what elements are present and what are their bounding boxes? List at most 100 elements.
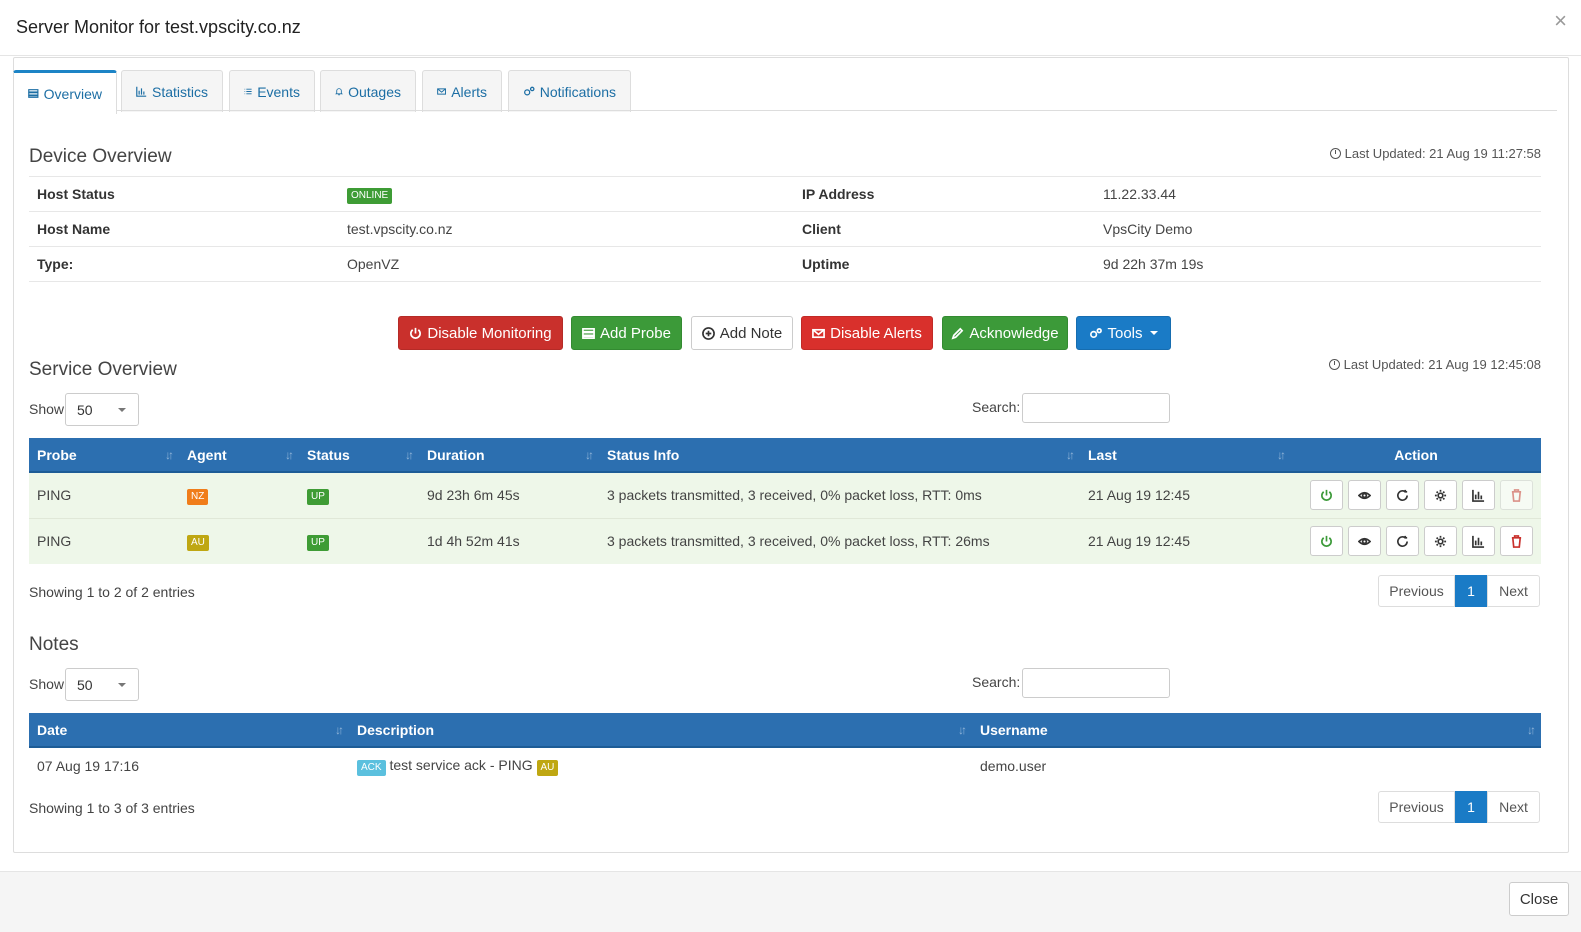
refresh-icon <box>1397 535 1408 547</box>
add-note-button[interactable]: Add Note <box>691 316 793 350</box>
disable-monitoring-button[interactable]: Disable Monitoring <box>398 316 563 350</box>
column-header-duration[interactable]: Duration ↓↑ <box>419 438 599 473</box>
toggle-probe-button[interactable] <box>1310 480 1343 511</box>
page-1-button[interactable]: 1 <box>1455 575 1487 607</box>
power-icon <box>1321 489 1332 501</box>
uptime-value: 9d 22h 37m 19s <box>1095 246 1541 282</box>
column-header-date[interactable]: Date ↓↑ <box>29 713 349 748</box>
acknowledge-button[interactable]: Acknowledge <box>942 316 1068 350</box>
close-button[interactable]: Close <box>1509 882 1569 916</box>
notes-search-input[interactable] <box>1022 668 1170 698</box>
tab-label: Notifications <box>539 83 616 100</box>
show-label: Show <box>29 676 65 692</box>
username-cell: demo.user <box>972 746 1541 784</box>
tab-statistics[interactable]: Statistics <box>121 70 223 112</box>
device-last-updated: Last Updated: 21 Aug 19 11:27:58 <box>1329 146 1541 161</box>
type-value: OpenVZ <box>339 246 794 282</box>
add-probe-button[interactable]: Add Probe <box>571 316 682 350</box>
status-badge: UP <box>307 488 329 505</box>
eye-icon <box>1358 537 1371 545</box>
agent-badge: AU <box>187 534 209 551</box>
column-header-action: Action <box>1291 438 1541 473</box>
refresh-probe-button[interactable] <box>1386 480 1419 511</box>
notes-page-size-select[interactable]: 50 <box>65 668 139 701</box>
service-page-size-select[interactable]: 50 <box>65 393 139 426</box>
tab-alerts[interactable]: Alerts <box>422 70 502 112</box>
close-icon[interactable]: × <box>1554 10 1567 32</box>
host-status-label: Host Status <box>29 176 339 212</box>
notes-pagination: Previous 1 Next <box>1378 791 1540 823</box>
settings-probe-button[interactable] <box>1424 480 1457 511</box>
column-label: Status Info <box>607 446 680 463</box>
status-cell: UP <box>299 471 419 518</box>
trash-icon <box>1511 488 1522 502</box>
disable-alerts-button[interactable]: Disable Alerts <box>801 316 933 350</box>
column-header-agent[interactable]: Agent ↓↑ <box>179 438 299 473</box>
service-overview-title: Service Overview <box>29 359 177 380</box>
show-label: Show <box>29 401 65 417</box>
settings-probe-button[interactable] <box>1424 526 1457 557</box>
table-row: 07 Aug 19 17:16 ACK test service ack - P… <box>29 746 1541 784</box>
table-row: PING AU UP 1d 4h 52m 41s 3 packets trans… <box>29 517 1541 564</box>
device-row: Host Name test.vpscity.co.nz Client VpsC… <box>29 211 1541 247</box>
probe-cell: PING <box>29 517 179 564</box>
tools-dropdown-button[interactable]: Tools <box>1076 316 1171 350</box>
tab-events[interactable]: Events <box>229 70 315 112</box>
column-header-status[interactable]: Status ↓↑ <box>299 438 419 473</box>
client-value: VpsCity Demo <box>1095 211 1541 247</box>
stats-probe-button[interactable] <box>1462 480 1495 511</box>
tab-label: Overview <box>43 85 102 102</box>
column-header-description[interactable]: Description ↓↑ <box>349 713 972 748</box>
last-updated-text: Last Updated: 21 Aug 19 11:27:58 <box>1344 146 1541 161</box>
next-page-button[interactable]: Next <box>1487 575 1540 607</box>
select-value: 50 <box>77 676 93 693</box>
cogs-icon <box>524 86 535 96</box>
column-header-probe[interactable]: Probe ↓↑ <box>29 438 179 473</box>
sort-icon: ↓↑ <box>335 723 344 737</box>
search-label: Search: <box>972 399 1021 415</box>
sort-icon: ↓↑ <box>285 448 294 462</box>
status-badge: ONLINE <box>347 187 393 204</box>
delete-probe-button[interactable] <box>1500 480 1533 511</box>
previous-page-button[interactable]: Previous <box>1378 791 1455 823</box>
tab-notifications[interactable]: Notifications <box>508 70 631 112</box>
device-row: Type: OpenVZ Uptime 9d 22h 37m 19s <box>29 246 1541 282</box>
column-header-status-info[interactable]: Status Info ↓↑ <box>599 438 1080 473</box>
tab-overview[interactable]: Overview <box>13 70 117 114</box>
stats-probe-button[interactable] <box>1462 526 1495 557</box>
bar-chart-icon <box>1472 489 1485 502</box>
envelope-icon <box>812 328 826 338</box>
gear-icon <box>1434 535 1447 547</box>
agent-cell: AU <box>179 517 299 564</box>
column-label: Agent <box>187 446 227 463</box>
tab-outages[interactable]: Outages <box>320 70 416 112</box>
select-value: 50 <box>77 401 93 418</box>
next-page-button[interactable]: Next <box>1487 791 1540 823</box>
tab-label: Outages <box>348 83 401 100</box>
service-search-input[interactable] <box>1022 393 1170 423</box>
column-header-username[interactable]: Username ↓↑ <box>972 713 1541 748</box>
ip-address-value: 11.22.33.44 <box>1095 176 1541 212</box>
refresh-probe-button[interactable] <box>1386 526 1419 557</box>
view-probe-button[interactable] <box>1348 526 1381 557</box>
sort-icon: ↓↑ <box>1277 448 1286 462</box>
sort-icon: ↓↑ <box>585 448 594 462</box>
delete-probe-button[interactable] <box>1500 526 1533 557</box>
host-name-label: Host Name <box>29 211 339 247</box>
column-label: Username <box>980 721 1048 738</box>
client-label: Client <box>794 211 1095 247</box>
modal-footer: Close <box>0 871 1581 932</box>
column-label: Status <box>307 446 350 463</box>
duration-cell: 1d 4h 52m 41s <box>419 517 599 564</box>
page-1-button[interactable]: 1 <box>1455 791 1487 823</box>
toggle-probe-button[interactable] <box>1310 526 1343 557</box>
column-header-last[interactable]: Last ↓↑ <box>1080 438 1291 473</box>
ip-address-label: IP Address <box>794 176 1095 212</box>
previous-page-button[interactable]: Previous <box>1378 575 1455 607</box>
device-table: Host Status ONLINE IP Address 11.22.33.4… <box>29 176 1541 282</box>
sort-icon: ↓↑ <box>1066 448 1075 462</box>
modal-header: Server Monitor for test.vpscity.co.nz × <box>0 0 1581 56</box>
search-label: Search: <box>972 674 1021 690</box>
view-probe-button[interactable] <box>1348 480 1381 511</box>
service-table: Probe ↓↑ Agent ↓↑ Status ↓↑ Duration ↓↑ Stat… <box>29 438 1541 564</box>
